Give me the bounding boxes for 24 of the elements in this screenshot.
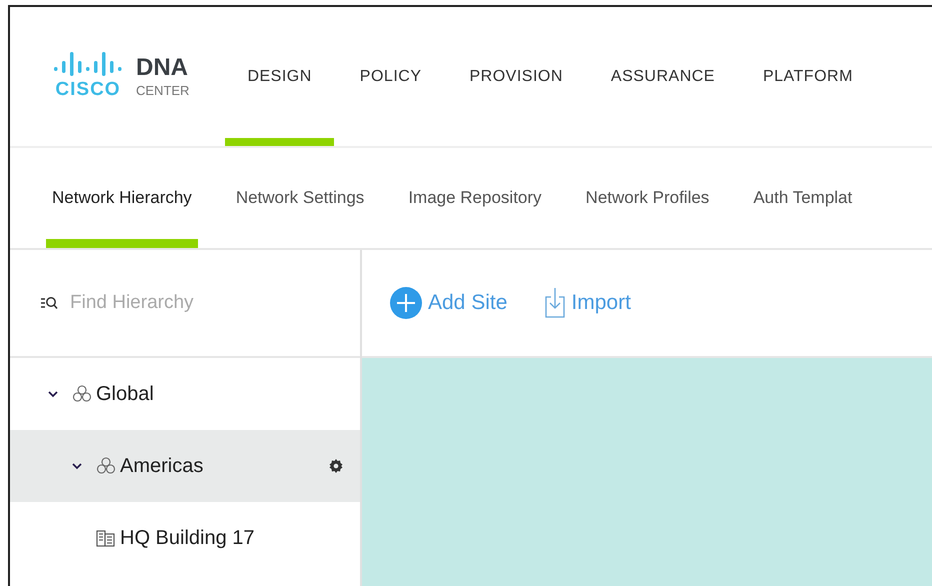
plus-icon — [390, 287, 422, 319]
nav-tab[interactable]: DESIGN — [225, 7, 334, 146]
nav-tab[interactable]: PLATFORM — [740, 7, 875, 146]
sub-tab[interactable]: Image Repository — [402, 148, 548, 248]
product-name: DNA — [136, 56, 189, 80]
sub-tab[interactable]: Auth Templat — [747, 148, 858, 248]
nav-tab[interactable]: PROVISION — [447, 7, 585, 146]
nav-tab[interactable]: ASSURANCE — [588, 7, 737, 146]
tree-item[interactable]: Global — [10, 358, 360, 430]
sub-tab[interactable]: Network Profiles — [580, 148, 716, 248]
tree-item[interactable]: HQ Building 17 — [10, 502, 360, 574]
tree-item[interactable]: Americas — [10, 430, 360, 502]
building-icon — [96, 528, 116, 548]
bars-icon — [52, 52, 124, 76]
import-icon — [545, 288, 566, 318]
brand-text: CISCO — [55, 79, 121, 101]
nav-tab[interactable]: POLICY — [338, 7, 444, 146]
settings-icon[interactable] — [328, 458, 344, 474]
area-icon — [96, 456, 116, 476]
product-subtitle: CENTER — [136, 82, 190, 98]
sub-tab[interactable]: Network Hierarchy — [46, 148, 198, 248]
sub-tab[interactable]: Network Settings — [230, 148, 370, 248]
search-icon — [40, 295, 58, 311]
area-icon — [72, 384, 92, 404]
